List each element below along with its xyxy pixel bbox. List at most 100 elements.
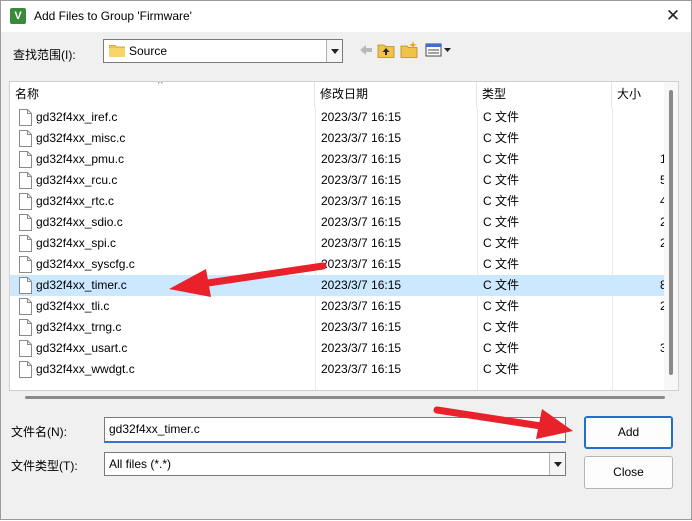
list-item[interactable]: gd32f4xx_pmu.c2023/3/7 16:15C 文件1: [10, 149, 667, 170]
modified-date-cell: 2023/3/7 16:15: [321, 257, 402, 271]
close-button[interactable]: Close: [584, 456, 673, 489]
modified-date-cell: 2023/3/7 16:15: [321, 194, 402, 208]
modified-date-cell: 2023/3/7 16:15: [321, 152, 402, 166]
list-item[interactable]: gd32f4xx_rtc.c2023/3/7 16:15C 文件4: [10, 191, 667, 212]
modified-date-cell: 2023/3/7 16:15: [321, 278, 402, 292]
new-folder-icon[interactable]: [399, 40, 419, 60]
column-header-type[interactable]: 类型: [477, 82, 612, 107]
list-item[interactable]: gd32f4xx_misc.c 2023/3/7 16:15 C 文件: [10, 128, 666, 149]
file-icon: [19, 277, 32, 294]
file-icon: [19, 340, 32, 357]
look-in-dropdown[interactable]: Source: [103, 39, 343, 63]
file-name-cell: gd32f4xx_misc.c: [36, 131, 126, 145]
file-name-cell: gd32f4xx_pmu.c: [36, 152, 125, 166]
list-item[interactable]: gd32f4xx_syscfg.c 2023/3/7 16:15 C 文件: [10, 254, 666, 275]
look-in-value: Source: [129, 44, 168, 58]
modified-date-cell: 2023/3/7 16:15: [321, 362, 402, 376]
list-item[interactable]: gd32f4xx_sdio.c2023/3/7 16:15C 文件2: [10, 212, 667, 233]
window-title: Add Files to Group 'Firmware': [34, 9, 192, 23]
file-icon: [19, 130, 32, 147]
column-name-label: 名称: [15, 87, 40, 101]
file-name-cell: gd32f4xx_rcu.c: [36, 173, 118, 187]
up-folder-icon[interactable]: [376, 40, 396, 60]
modified-date-cell: 2023/3/7 16:15: [321, 173, 402, 187]
chevron-down-icon[interactable]: [326, 40, 342, 62]
modified-date-cell: 2023/3/7 16:15: [321, 215, 402, 229]
look-in-label: 查找范围(I):: [13, 48, 76, 62]
list-item[interactable]: gd32f4xx_tli.c2023/3/7 16:15C 文件2: [10, 296, 667, 317]
file-icon: [19, 151, 32, 168]
file-type-cell: C 文件: [483, 278, 520, 292]
file-list[interactable]: 名称 ^ 修改日期 类型 大小 gd32f4xx_iref.c 2023/3/7 …: [9, 81, 679, 391]
view-menu-icon[interactable]: [424, 40, 454, 60]
file-type-cell: C 文件: [483, 320, 520, 334]
vertical-scrollbar[interactable]: [664, 82, 678, 390]
folder-icon: [109, 45, 125, 57]
file-name-cell: gd32f4xx_sdio.c: [36, 215, 123, 229]
column-type-label: 类型: [482, 87, 507, 101]
file-icon: [19, 256, 32, 273]
modified-date-cell: 2023/3/7 16:15: [321, 110, 402, 124]
column-size-label: 大小: [617, 87, 642, 101]
column-header-name[interactable]: 名称 ^: [10, 82, 315, 107]
back-arrow-icon[interactable]: [356, 40, 376, 60]
app-icon: V: [10, 8, 26, 24]
chevron-down-icon[interactable]: [549, 453, 565, 475]
list-item[interactable]: gd32f4xx_spi.c2023/3/7 16:15C 文件2: [10, 233, 667, 254]
file-name-cell: gd32f4xx_iref.c: [36, 110, 118, 124]
column-modified-label: 修改日期: [320, 87, 369, 101]
file-name-cell: gd32f4xx_wwdgt.c: [36, 362, 135, 376]
file-type-value: All files (*.*): [109, 457, 172, 471]
column-header-size[interactable]: 大小: [612, 82, 672, 107]
file-name-cell: gd32f4xx_tli.c: [36, 299, 110, 313]
file-icon: [19, 235, 32, 252]
file-type-cell: C 文件: [483, 257, 520, 271]
file-type-cell: C 文件: [483, 362, 520, 376]
title-bar: V Add Files to Group 'Firmware' ✕: [1, 1, 691, 32]
sort-ascending-icon: ^: [158, 81, 163, 90]
horizontal-scrollbar[interactable]: [25, 396, 665, 399]
file-type-cell: C 文件: [483, 299, 520, 313]
list-item[interactable]: gd32f4xx_wwdgt.c 2023/3/7 16:15 C 文件: [10, 359, 666, 380]
file-icon: [19, 172, 32, 189]
file-type-cell: C 文件: [483, 194, 520, 208]
file-type-cell: C 文件: [483, 215, 520, 229]
file-icon: [19, 298, 32, 315]
list-item[interactable]: gd32f4xx_usart.c2023/3/7 16:15C 文件3: [10, 338, 667, 359]
file-icon: [19, 193, 32, 210]
modified-date-cell: 2023/3/7 16:15: [321, 341, 402, 355]
list-item[interactable]: gd32f4xx_iref.c 2023/3/7 16:15 C 文件: [10, 107, 666, 128]
file-icon: [19, 109, 32, 126]
file-type-label: 文件类型(T):: [11, 459, 78, 473]
file-name-cell: gd32f4xx_trng.c: [36, 320, 122, 334]
file-type-cell: C 文件: [483, 131, 520, 145]
file-icon: [19, 214, 32, 231]
scrollbar-thumb[interactable]: [669, 90, 673, 375]
list-item[interactable]: gd32f4xx_rcu.c2023/3/7 16:15C 文件5: [10, 170, 667, 191]
file-name-cell: gd32f4xx_timer.c: [36, 278, 127, 292]
file-type-cell: C 文件: [483, 236, 520, 250]
close-window-icon[interactable]: ✕: [661, 4, 685, 28]
file-type-cell: C 文件: [483, 152, 520, 166]
modified-date-cell: 2023/3/7 16:15: [321, 131, 402, 145]
file-icon: [19, 319, 32, 336]
file-name-label: 文件名(N):: [11, 425, 67, 439]
file-type-dropdown[interactable]: All files (*.*): [104, 452, 566, 476]
file-name-cell: gd32f4xx_spi.c: [36, 236, 117, 250]
file-name-cell: gd32f4xx_rtc.c: [36, 194, 115, 208]
add-files-dialog: V Add Files to Group 'Firmware' ✕ 查找范围(I…: [0, 0, 692, 520]
file-type-cell: C 文件: [483, 173, 520, 187]
file-type-cell: C 文件: [483, 110, 520, 124]
list-item[interactable]: gd32f4xx_trng.c 2023/3/7 16:15 C 文件: [10, 317, 666, 338]
modified-date-cell: 2023/3/7 16:15: [321, 299, 402, 313]
column-header-modified[interactable]: 修改日期: [315, 82, 477, 107]
modified-date-cell: 2023/3/7 16:15: [321, 320, 402, 334]
list-item-selected[interactable]: gd32f4xx_timer.c2023/3/7 16:15C 文件8: [10, 275, 667, 296]
file-icon: [19, 361, 32, 378]
file-name-cell: gd32f4xx_usart.c: [36, 341, 128, 355]
file-type-cell: C 文件: [483, 341, 520, 355]
modified-date-cell: 2023/3/7 16:15: [321, 236, 402, 250]
file-name-cell: gd32f4xx_syscfg.c: [36, 257, 135, 271]
file-name-input[interactable]: gd32f4xx_timer.c: [104, 417, 566, 443]
add-button[interactable]: Add: [584, 416, 673, 449]
